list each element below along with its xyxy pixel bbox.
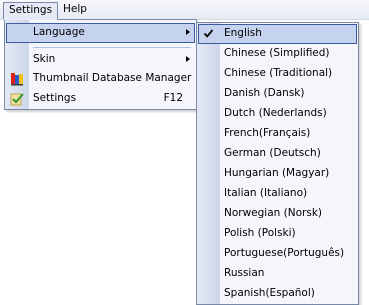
menu-settings-label: Settings	[9, 4, 53, 16]
language-item-polish[interactable]: Polish (Polski)	[198, 224, 357, 244]
language-item-label: Dutch (Nederlands)	[224, 107, 327, 119]
database-manager-icon	[11, 73, 23, 86]
menu-item-settings[interactable]: Settings F12	[6, 89, 195, 109]
language-item-spanish[interactable]: Spanish(Español)	[198, 284, 357, 304]
menu-item-thumbnail-database-manager-label: Thumbnail Database Manager	[33, 72, 192, 84]
language-item-label: Polish (Polski)	[224, 227, 296, 239]
language-item-label: Russian	[224, 267, 265, 279]
settings-icon	[10, 93, 24, 106]
language-item-label: French(Français)	[224, 127, 311, 139]
menu-item-language-label: Language	[33, 26, 85, 38]
menu-settings[interactable]: Settings	[3, 2, 59, 20]
language-item-label: Chinese (Simplified)	[224, 47, 330, 59]
language-item-english[interactable]: English	[198, 24, 357, 44]
language-item-label: Spanish(Español)	[224, 287, 315, 299]
language-item-italian[interactable]: Italian (Italiano)	[198, 184, 357, 204]
language-item-label: Italian (Italiano)	[224, 187, 308, 199]
menu-help-label: Help	[63, 3, 87, 15]
menu-item-thumbnail-database-manager[interactable]: Thumbnail Database Manager	[6, 69, 195, 89]
submenu-arrow-icon	[186, 29, 190, 35]
language-item-label: Danish (Dansk)	[224, 87, 305, 99]
language-item-chinese-traditional[interactable]: Chinese (Traditional)	[198, 64, 357, 84]
menu-item-skin[interactable]: Skin	[6, 50, 195, 70]
language-item-label: English	[224, 27, 262, 39]
language-submenu: English Chinese (Simplified) Chinese (Tr…	[196, 22, 359, 305]
language-item-portuguese[interactable]: Portuguese(Português)	[198, 244, 357, 264]
language-item-norwegian[interactable]: Norwegian (Norsk)	[198, 204, 357, 224]
submenu-arrow-icon	[186, 56, 190, 62]
language-item-label: Norwegian (Norsk)	[224, 207, 322, 219]
language-item-label: Hungarian (Magyar)	[224, 167, 330, 179]
language-item-hungarian[interactable]: Hungarian (Magyar)	[198, 164, 357, 184]
language-item-russian[interactable]: Russian	[198, 264, 357, 284]
menu-item-settings-label: Settings	[33, 92, 77, 104]
menu-separator	[33, 47, 191, 48]
language-item-german[interactable]: German (Deutsch)	[198, 144, 357, 164]
menu-item-language[interactable]: Language	[6, 23, 195, 43]
menu-help[interactable]: Help	[58, 2, 92, 18]
menu-item-skin-label: Skin	[33, 53, 56, 65]
checkmark-icon	[203, 29, 214, 38]
settings-shortcut: F12	[163, 92, 183, 104]
language-item-dutch[interactable]: Dutch (Nederlands)	[198, 104, 357, 124]
language-item-french[interactable]: French(Français)	[198, 124, 357, 144]
language-item-label: German (Deutsch)	[224, 147, 321, 159]
language-item-chinese-simplified[interactable]: Chinese (Simplified)	[198, 44, 357, 64]
menu-bar: Settings Help	[0, 0, 369, 20]
language-item-label: Chinese (Traditional)	[224, 67, 333, 79]
language-item-danish[interactable]: Danish (Dansk)	[198, 84, 357, 104]
settings-dropdown: Language Skin Thumbnail Database Manager…	[4, 19, 197, 110]
language-item-label: Portuguese(Português)	[224, 247, 345, 259]
